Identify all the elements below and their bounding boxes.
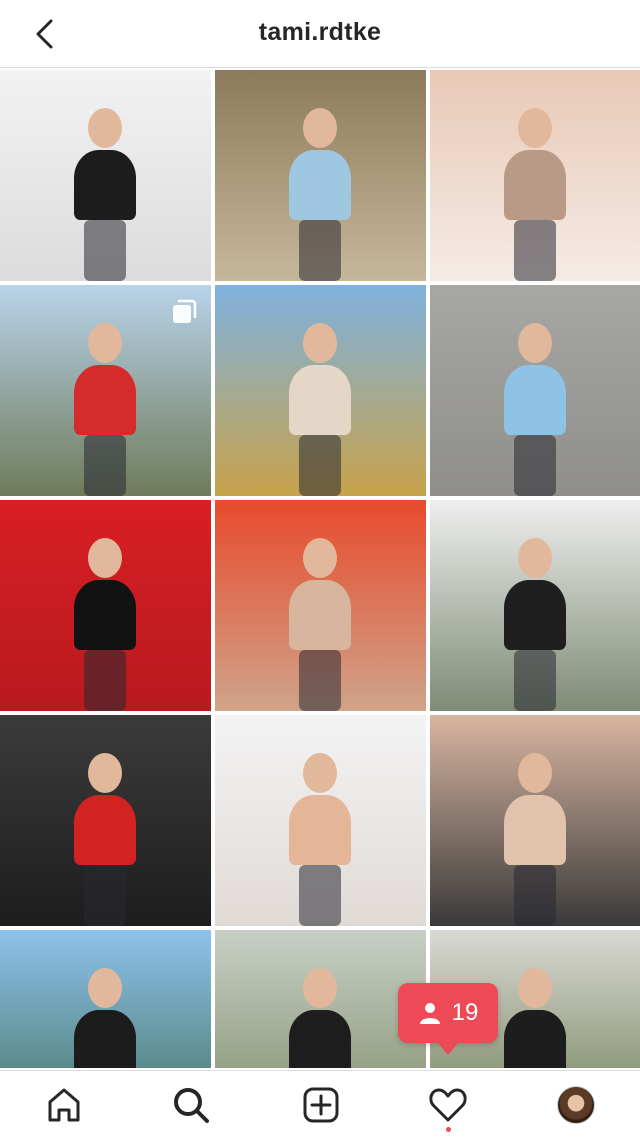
tab-new-post[interactable] <box>297 1081 345 1129</box>
grid-post-thumbnail[interactable] <box>0 930 211 1068</box>
tab-home[interactable] <box>40 1081 88 1129</box>
figure-body <box>289 150 351 220</box>
home-icon <box>48 1088 80 1122</box>
figure-legs <box>84 865 126 926</box>
figure-head <box>518 323 552 363</box>
plus-square-icon <box>303 1087 339 1123</box>
notification-count: 19 <box>451 999 479 1026</box>
figure-legs <box>514 435 556 496</box>
figure-head <box>88 538 122 578</box>
grid-post-thumbnail[interactable] <box>215 715 426 926</box>
figure-body <box>289 795 351 865</box>
figure-head <box>88 968 122 1008</box>
post-grid <box>0 70 640 1068</box>
activity-dot <box>446 1127 451 1132</box>
figure-body <box>74 1010 136 1068</box>
carousel-icon <box>173 299 197 323</box>
figure-head <box>518 968 552 1008</box>
figure-body <box>289 580 351 650</box>
figure-body <box>74 365 136 435</box>
search-icon <box>174 1088 209 1123</box>
figure-head <box>303 323 337 363</box>
figure-body <box>504 1010 566 1068</box>
figure-body <box>289 1010 351 1068</box>
figure-head <box>88 323 122 363</box>
grid-post-thumbnail[interactable] <box>430 70 640 281</box>
figure-legs <box>514 220 556 281</box>
figure-body <box>504 365 566 435</box>
tab-search[interactable] <box>167 1081 215 1129</box>
grid-post-thumbnail[interactable] <box>215 500 426 711</box>
figure-body <box>74 150 136 220</box>
grid-post-thumbnail[interactable] <box>215 930 426 1068</box>
figure-legs <box>299 865 341 926</box>
figure-head <box>518 538 552 578</box>
figure-legs <box>84 650 126 711</box>
figure-legs <box>84 435 126 496</box>
figure-head <box>303 753 337 793</box>
figure-legs <box>299 650 341 711</box>
figure-head <box>518 108 552 148</box>
figure-legs <box>514 865 556 926</box>
figure-legs <box>514 650 556 711</box>
avatar-icon <box>557 1086 595 1124</box>
top-bar: tami.rdtke <box>0 0 640 68</box>
bottom-tab-bar <box>0 1070 640 1138</box>
figure-legs <box>299 435 341 496</box>
figure-body <box>504 150 566 220</box>
figure-legs <box>84 220 126 281</box>
figure-body <box>74 795 136 865</box>
figure-head <box>303 108 337 148</box>
activity-notification-badge[interactable]: 19 <box>398 983 498 1055</box>
figure-body <box>504 795 566 865</box>
figure-head <box>303 538 337 578</box>
figure-body <box>289 365 351 435</box>
grid-post-thumbnail[interactable] <box>0 715 211 926</box>
profile-username: tami.rdtke <box>258 18 382 46</box>
grid-post-thumbnail[interactable] <box>0 500 211 711</box>
figure-head <box>303 968 337 1008</box>
grid-post-thumbnail[interactable] <box>0 70 211 281</box>
figure-legs <box>299 220 341 281</box>
grid-post-thumbnail[interactable] <box>215 70 426 281</box>
tab-profile[interactable] <box>552 1081 600 1129</box>
grid-post-thumbnail[interactable] <box>430 715 640 926</box>
grid-post-thumbnail[interactable] <box>430 285 640 496</box>
figure-head <box>88 108 122 148</box>
figure-head <box>88 753 122 793</box>
figure-body <box>504 580 566 650</box>
grid-post-thumbnail[interactable] <box>430 500 640 711</box>
grid-post-thumbnail[interactable] <box>215 285 426 496</box>
figure-head <box>518 753 552 793</box>
grid-post-thumbnail[interactable] <box>0 285 211 496</box>
person-icon <box>419 1003 440 1024</box>
tab-activity[interactable] <box>424 1081 472 1129</box>
figure-body <box>74 580 136 650</box>
heart-icon <box>429 1088 467 1122</box>
